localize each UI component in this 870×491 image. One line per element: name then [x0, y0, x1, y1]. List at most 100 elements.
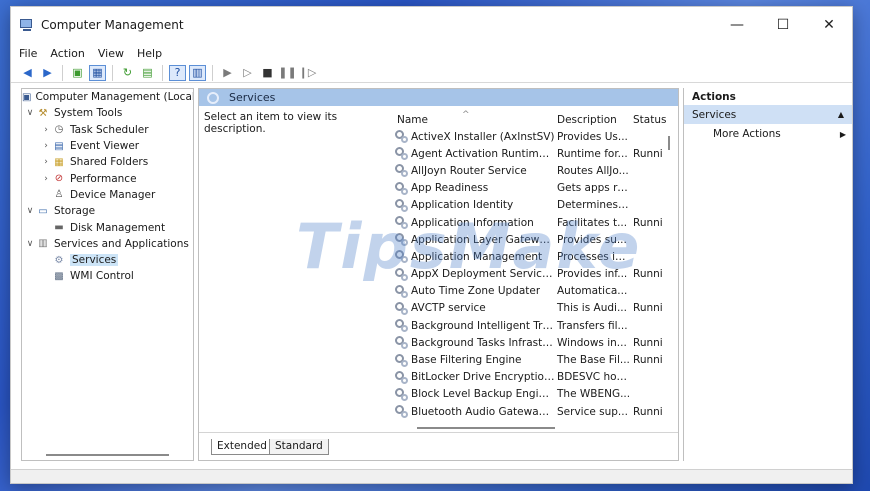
service-description: Routes AllJo... — [557, 164, 629, 177]
service-gear-icon — [395, 181, 408, 195]
service-status: Runni — [633, 354, 663, 367]
tree-item-storage[interactable]: ∨ ▭ Storage — [22, 203, 193, 219]
tree-item-device-manager[interactable]: ♙ Device Manager — [22, 187, 193, 203]
service-gear-icon — [395, 301, 408, 315]
service-row[interactable]: Background Intelligent Tran... Transfers … — [389, 317, 678, 334]
refresh-icon[interactable]: ↻ — [119, 65, 136, 81]
service-name-cell: Background Intelligent Tran... — [389, 319, 555, 333]
chevron-down-icon[interactable]: ∨ — [24, 108, 36, 118]
service-row[interactable]: BitLocker Drive Encryption ... BDESVC hos… — [389, 369, 678, 386]
list-vertical-scrollbar[interactable] — [668, 136, 670, 150]
tree-item-computer-management[interactable]: ▣ Computer Management (Local — [22, 89, 193, 105]
tab-standard[interactable]: Standard — [269, 439, 329, 455]
toolbar-separator — [162, 64, 163, 81]
tools-icon: ⚒ — [38, 107, 48, 119]
service-description: BDESVC hos... — [557, 371, 631, 384]
no-entry-icon: ⊘ — [54, 173, 64, 185]
chevron-down-icon[interactable]: ∨ — [24, 239, 36, 249]
service-name: AllJoyn Router Service — [411, 164, 527, 177]
column-header-name[interactable]: Name — [389, 114, 555, 126]
collapse-up-icon[interactable]: ▲ — [838, 110, 844, 119]
tree-item-event-viewer[interactable]: › ▤ Event Viewer — [22, 138, 193, 154]
stop-service-icon[interactable]: ■ — [259, 65, 276, 81]
status-bar — [11, 469, 852, 483]
service-row[interactable]: App Readiness Gets apps re... — [389, 180, 678, 197]
service-name: Auto Time Zone Updater — [411, 285, 541, 298]
list-horizontal-scrollbar[interactable] — [417, 427, 555, 429]
tree-item-performance[interactable]: › ⊘ Performance — [22, 170, 193, 186]
service-name-cell: Bluetooth Audio Gateway S... — [389, 405, 555, 419]
tree-item-services-and-applications[interactable]: ∨ ▥ Services and Applications — [22, 236, 193, 252]
service-row[interactable]: Block Level Backup Engine ... The WBENG..… — [389, 386, 678, 403]
service-name-cell: Block Level Backup Engine ... — [389, 387, 555, 401]
service-row[interactable]: Agent Activation Runtime_... Runtime for.… — [389, 145, 678, 162]
actions-pane: Actions Services ▲ More Actions ▶ — [683, 88, 852, 461]
minimize-button[interactable]: — — [714, 7, 760, 43]
tree-item-disk-management[interactable]: ▬ Disk Management — [22, 219, 193, 235]
tree-item-services[interactable]: ⚙ Services — [22, 252, 193, 268]
service-gear-icon — [395, 284, 408, 298]
service-row[interactable]: ActiveX Installer (AxInstSV) Provides Us.… — [389, 128, 678, 145]
tree-item-task-scheduler[interactable]: › ◷ Task Scheduler — [22, 122, 193, 138]
service-name-cell: Base Filtering Engine — [389, 353, 555, 367]
service-gear-icon — [395, 387, 408, 401]
chevron-right-icon[interactable]: › — [40, 157, 52, 167]
service-row[interactable]: AllJoyn Router Service Routes AllJo... — [389, 162, 678, 179]
service-name: Bluetooth Audio Gateway S... — [411, 405, 555, 418]
menu-action[interactable]: Action — [50, 47, 84, 60]
tree-item-system-tools[interactable]: ∨ ⚒ System Tools — [22, 105, 193, 121]
service-name-cell: App Readiness — [389, 181, 555, 195]
back-arrow-icon[interactable]: ◀ — [19, 65, 36, 81]
menu-help[interactable]: Help — [137, 47, 162, 60]
toolbar-separator — [212, 64, 213, 81]
export-list-icon[interactable]: ▤ — [139, 65, 156, 81]
title-bar[interactable]: Computer Management — ☐ ✕ — [11, 7, 852, 43]
service-row[interactable]: Auto Time Zone Updater Automatica... — [389, 283, 678, 300]
tab-extended[interactable]: Extended — [211, 439, 273, 455]
service-description: Service sup... — [557, 405, 628, 418]
restart-service-icon[interactable]: ❙▷ — [299, 65, 317, 81]
chevron-down-icon[interactable]: ∨ — [24, 206, 36, 216]
forward-arrow-icon[interactable]: ▶ — [39, 65, 56, 81]
column-header-status[interactable]: Status — [631, 114, 667, 126]
tree-item-shared-folders[interactable]: › ▦ Shared Folders — [22, 154, 193, 170]
service-row[interactable]: Background Tasks Infrastruc... Windows in… — [389, 334, 678, 351]
menu-view[interactable]: View — [98, 47, 124, 60]
toolbar: ◀ ▶ ▣ ▦ ↻ ▤ ? ▥ ▶ ▷ ■ ❚❚ ❙▷ — [11, 63, 852, 83]
pause-service-icon[interactable]: ❚❚ — [278, 65, 296, 81]
column-header-description[interactable]: Description — [555, 114, 631, 126]
gear-icon: ⚙ — [54, 254, 64, 266]
service-status: Runni — [633, 405, 663, 418]
toolbar-separator — [62, 64, 63, 81]
watermark: TipsMake — [296, 210, 642, 283]
service-gear-icon — [395, 164, 408, 178]
service-name-cell: AllJoyn Router Service — [389, 164, 555, 178]
service-row[interactable]: AVCTP service This is Audi... Runni — [389, 300, 678, 317]
start-service-alt-icon[interactable]: ▷ — [239, 65, 256, 81]
computer-management-window: Computer Management — ☐ ✕ File Action Vi… — [10, 6, 853, 484]
show-action-pane-icon[interactable]: ▥ — [189, 64, 206, 81]
menu-file[interactable]: File — [19, 47, 37, 60]
service-name-cell: AVCTP service — [389, 301, 555, 315]
service-name: BitLocker Drive Encryption ... — [411, 371, 555, 384]
tree-horizontal-scrollbar[interactable] — [46, 454, 169, 456]
more-actions-item[interactable]: More Actions ▶ — [684, 124, 852, 144]
service-row[interactable]: Bluetooth Audio Gateway S... Service sup.… — [389, 403, 678, 420]
up-folder-icon[interactable]: ▣ — [69, 65, 86, 81]
chevron-right-icon[interactable]: › — [40, 141, 52, 151]
submenu-arrow-icon: ▶ — [839, 129, 846, 139]
tree-item-wmi-control[interactable]: ▩ WMI Control — [22, 268, 193, 284]
services-header: Services — [199, 89, 678, 106]
chevron-right-icon[interactable]: › — [40, 174, 52, 184]
computer-management-icon — [19, 17, 35, 33]
help-icon[interactable]: ? — [169, 64, 186, 81]
service-name-cell: Agent Activation Runtime_... — [389, 147, 555, 161]
maximize-button[interactable]: ☐ — [760, 7, 806, 43]
service-row[interactable]: Base Filtering Engine The Base Fil... Runn… — [389, 351, 678, 368]
show-hide-tree-icon[interactable]: ▦ — [89, 64, 106, 81]
close-button[interactable]: ✕ — [806, 7, 852, 43]
actions-section-services[interactable]: Services ▲ — [684, 105, 852, 124]
chevron-right-icon[interactable]: › — [40, 125, 52, 135]
service-gear-icon — [395, 353, 408, 367]
start-service-icon[interactable]: ▶ — [219, 65, 236, 81]
